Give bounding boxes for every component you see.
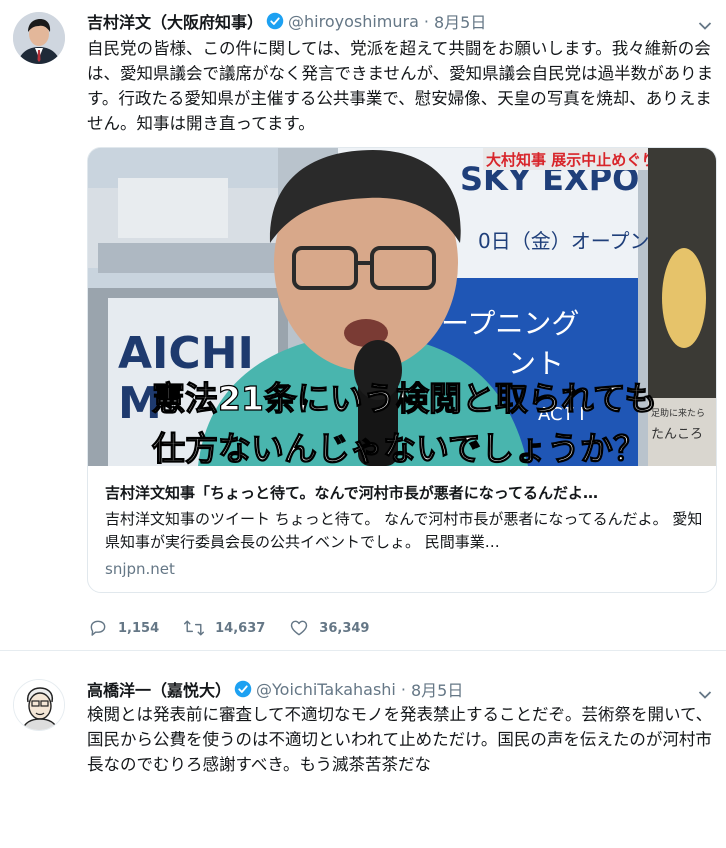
reply-button[interactable]: 1,154 [88, 618, 159, 638]
handle[interactable]: @hiroyoshimura [288, 12, 419, 31]
tweet-2: 高橋洋一（嘉悦大） @YoichiTakahashi · 8月5日 検閲とは発表… [0, 651, 726, 848]
separator-dot: · [400, 679, 406, 699]
avatar-tweet-1[interactable] [13, 12, 65, 64]
tweet-1-header: 吉村洋文（大阪府知事） @hiroyoshimura · 8月5日 [87, 9, 486, 33]
retweet-button[interactable]: 14,637 [183, 618, 265, 638]
card-description: 吉村洋文知事のツイート ちょっと待て。 なんで河村市長が悪者になってるんだよ。 … [105, 510, 703, 551]
image-caption-line-1: 憲法21条にいう検閲と取られても [152, 379, 657, 418]
card-domain: snjpn.net [105, 560, 175, 578]
like-icon [291, 620, 308, 636]
verified-badge-icon [234, 680, 252, 698]
image-sign-sub: 0日（金）オープン [478, 229, 650, 253]
timestamp[interactable]: 8月5日 [434, 9, 486, 33]
image-right-text: たんころ [651, 427, 703, 442]
caret-down-icon[interactable] [698, 16, 712, 30]
tweet-text: 検閲とは発表前に審査して不適切なモノを発表禁止することだぞ。芸術祭を開いて、国民… [87, 705, 713, 774]
reply-count: 1,154 [118, 620, 160, 636]
reply-icon [90, 620, 106, 636]
card-title[interactable]: 吉村洋文知事「ちょっと待て。なんで河村市長が悪者になってるんだよ… [105, 482, 705, 503]
like-button[interactable]: 36,349 [289, 618, 369, 638]
timestamp[interactable]: 8月5日 [411, 677, 463, 701]
display-name[interactable]: 吉村洋文（大阪府知事） [87, 9, 263, 33]
like-count: 36,349 [319, 620, 370, 636]
image-right-small: 足助に来たら [651, 407, 705, 419]
retweet-icon [184, 620, 205, 636]
tweet-text: 自民党の皆様、この件に関しては、党派を超えて共闘をお願いします。我々維新の会は、… [87, 39, 714, 133]
display-name[interactable]: 高橋洋一（嘉悦大） [87, 677, 231, 701]
image-banner: 大村知事 展示中止めぐり [486, 151, 656, 169]
tweet-2-header: 高橋洋一（嘉悦大） @YoichiTakahashi · 8月5日 [87, 677, 463, 701]
caret-down-icon[interactable] [698, 685, 712, 699]
link-card[interactable]: AICHI M SKY EXPO 0日（金）オープン オープニング ント ACT… [87, 147, 717, 593]
card-image: AICHI M SKY EXPO 0日（金）オープン オープニング ント ACT… [88, 148, 716, 466]
avatar-tweet-2[interactable] [13, 679, 65, 731]
separator-dot: · [423, 11, 429, 31]
retweet-count: 14,637 [215, 620, 266, 636]
handle[interactable]: @YoichiTakahashi [256, 680, 396, 699]
tweet-actions: 1,154 14,637 36,349 [88, 618, 393, 638]
image-caption-line-2: 仕方ないんじゃないでしょうか？ [152, 429, 646, 466]
verified-badge-icon [266, 12, 284, 30]
image-left-sign: AICHI [118, 328, 254, 379]
image-panel-text-2: ント [508, 347, 564, 380]
tweet-1: 吉村洋文（大阪府知事） @hiroyoshimura · 8月5日 自民党の皆様… [0, 0, 726, 650]
